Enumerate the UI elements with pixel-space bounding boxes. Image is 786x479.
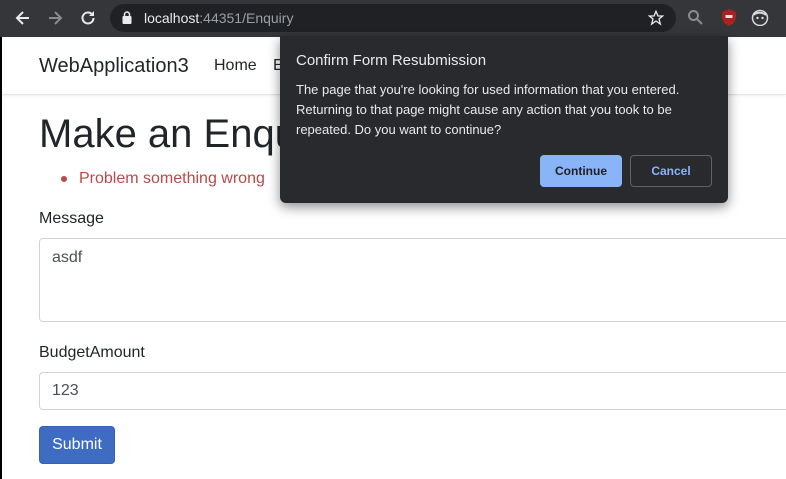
- budget-amount-input[interactable]: 123: [39, 372, 786, 410]
- navbar-brand[interactable]: WebApplication3: [39, 55, 189, 78]
- reload-icon[interactable]: [78, 8, 98, 28]
- validation-summary: Problem something wrong: [39, 168, 265, 190]
- page-title: Make an Enqu: [39, 112, 297, 156]
- url-path: :44351/Enquiry: [199, 10, 294, 26]
- extension-face-icon[interactable]: [751, 9, 769, 26]
- dialog-message: The page that you're looking for used in…: [296, 82, 680, 137]
- forward-arrow-icon[interactable]: [45, 8, 65, 28]
- ublock-shield-icon[interactable]: [721, 9, 737, 26]
- budget-amount-label: BudgetAmount: [39, 344, 145, 361]
- search-icon[interactable]: [687, 9, 703, 25]
- submit-button[interactable]: Submit: [39, 426, 115, 464]
- message-label: Message: [39, 210, 104, 227]
- url-text: localhost:44351/Enquiry: [144, 10, 293, 26]
- nav-link-home[interactable]: Home: [214, 57, 257, 75]
- address-bar[interactable]: localhost:44351/Enquiry: [110, 4, 676, 32]
- url-host: localhost: [144, 10, 200, 26]
- browser-toolbar: localhost:44351/Enquiry: [0, 0, 786, 37]
- lock-icon[interactable]: [122, 11, 132, 24]
- window-left-edge: [0, 37, 2, 479]
- cancel-button[interactable]: Cancel: [630, 155, 712, 187]
- back-arrow-icon[interactable]: [13, 8, 33, 28]
- message-textarea[interactable]: asdf: [39, 238, 786, 322]
- confirm-resubmission-dialog: Confirm Form Resubmission The page that …: [280, 36, 728, 203]
- continue-button[interactable]: Continue: [540, 155, 622, 187]
- validation-error: Problem something wrong: [39, 168, 265, 190]
- dialog-title: Confirm Form Resubmission: [296, 52, 487, 69]
- bookmark-star-icon[interactable]: [648, 10, 664, 26]
